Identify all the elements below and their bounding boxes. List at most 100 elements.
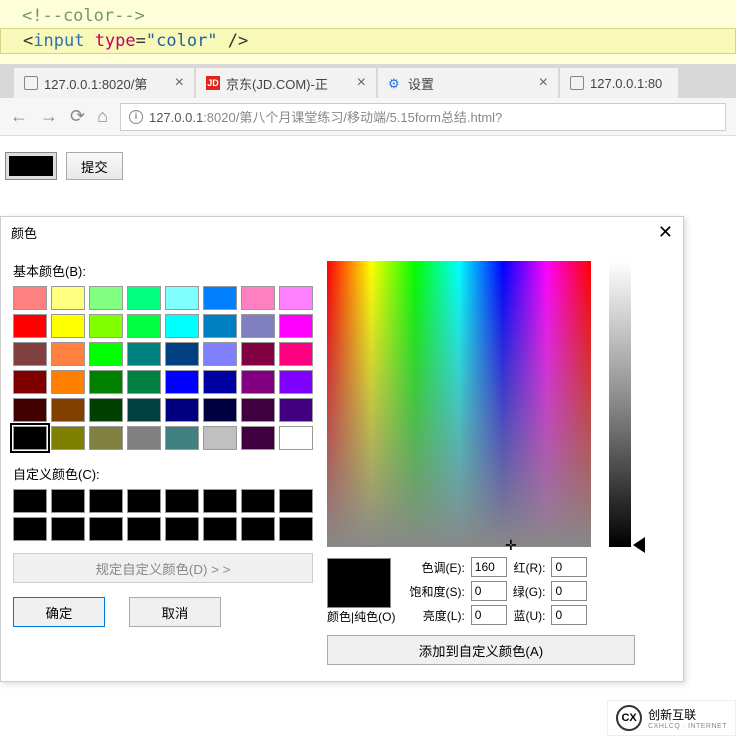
color-swatch[interactable] — [13, 342, 47, 366]
color-swatch[interactable] — [13, 286, 47, 310]
color-swatch[interactable] — [203, 286, 237, 310]
color-swatch[interactable] — [51, 286, 85, 310]
close-icon[interactable]: × — [175, 74, 184, 92]
color-swatch[interactable] — [203, 342, 237, 366]
submit-button[interactable]: 提交 — [66, 152, 123, 180]
color-swatch[interactable] — [241, 342, 275, 366]
color-swatch[interactable] — [13, 426, 47, 450]
color-swatch[interactable] — [203, 426, 237, 450]
home-button[interactable]: ⌂ — [97, 106, 108, 127]
define-custom-button[interactable]: 规定自定义颜色(D) > > — [13, 553, 313, 583]
custom-swatch[interactable] — [13, 489, 47, 513]
color-swatch[interactable] — [127, 370, 161, 394]
color-swatch[interactable] — [279, 398, 313, 422]
jd-icon: JD — [206, 76, 220, 90]
color-swatch[interactable] — [89, 314, 123, 338]
color-swatch[interactable] — [165, 370, 199, 394]
info-icon: i — [129, 110, 143, 124]
color-swatch[interactable] — [241, 314, 275, 338]
color-swatch[interactable] — [241, 370, 275, 394]
color-swatch[interactable] — [165, 398, 199, 422]
color-swatch[interactable] — [89, 370, 123, 394]
close-icon[interactable]: × — [357, 74, 366, 92]
blue-input[interactable] — [551, 605, 587, 625]
color-swatch[interactable] — [241, 286, 275, 310]
color-swatch[interactable] — [51, 314, 85, 338]
custom-swatch[interactable] — [127, 489, 161, 513]
red-input[interactable] — [551, 557, 587, 577]
custom-swatch[interactable] — [203, 489, 237, 513]
luminance-slider[interactable] — [609, 261, 631, 547]
color-swatch[interactable] — [89, 398, 123, 422]
address-bar[interactable]: i 127.0.0.1:8020/第八个月课堂练习/移动端/5.15form总结… — [120, 103, 726, 131]
color-swatch[interactable] — [127, 426, 161, 450]
browser-tab-4[interactable]: 127.0.0.1:80 — [560, 68, 678, 98]
cancel-button[interactable]: 取消 — [129, 597, 221, 627]
color-swatch[interactable] — [127, 286, 161, 310]
code-line-1: <!--color--> — [0, 4, 736, 28]
color-input[interactable] — [6, 153, 56, 179]
sat-input[interactable] — [471, 581, 507, 601]
color-swatch[interactable] — [203, 314, 237, 338]
color-swatch[interactable] — [279, 286, 313, 310]
basic-colors-label: 基本颜色(B): — [13, 261, 313, 280]
color-swatch[interactable] — [13, 370, 47, 394]
hue-input[interactable] — [471, 557, 507, 577]
color-swatch[interactable] — [51, 398, 85, 422]
color-swatch[interactable] — [13, 314, 47, 338]
browser-tab-3[interactable]: ⚙ 设置 × — [378, 68, 558, 98]
custom-swatch[interactable] — [51, 489, 85, 513]
color-swatch[interactable] — [51, 342, 85, 366]
custom-swatch[interactable] — [203, 517, 237, 541]
color-swatch[interactable] — [51, 426, 85, 450]
color-swatch[interactable] — [165, 342, 199, 366]
color-swatch[interactable] — [165, 314, 199, 338]
custom-swatch[interactable] — [241, 517, 275, 541]
color-swatch[interactable] — [127, 342, 161, 366]
green-input[interactable] — [551, 581, 587, 601]
lum-input[interactable] — [471, 605, 507, 625]
forward-button[interactable]: → — [40, 106, 58, 127]
blue-label: 蓝(U): — [513, 607, 546, 624]
color-swatch[interactable] — [89, 426, 123, 450]
ok-button[interactable]: 确定 — [13, 597, 105, 627]
custom-swatch[interactable] — [89, 489, 123, 513]
add-to-custom-button[interactable]: 添加到自定义颜色(A) — [327, 635, 635, 665]
close-icon[interactable]: ✕ — [658, 222, 673, 243]
custom-swatch[interactable] — [165, 489, 199, 513]
crosshair-icon: ✛ — [505, 537, 517, 554]
color-swatch[interactable] — [127, 314, 161, 338]
color-swatch[interactable] — [51, 370, 85, 394]
custom-swatch[interactable] — [13, 517, 47, 541]
browser-tab-1[interactable]: 127.0.0.1:8020/第 × — [14, 68, 194, 98]
custom-swatch[interactable] — [127, 517, 161, 541]
color-swatch[interactable] — [165, 426, 199, 450]
color-swatch[interactable] — [241, 398, 275, 422]
back-button[interactable]: ← — [10, 106, 28, 127]
browser-tab-strip: 127.0.0.1:8020/第 × JD 京东(JD.COM)-正 × ⚙ 设… — [0, 64, 736, 98]
color-spectrum[interactable] — [327, 261, 591, 547]
color-swatch[interactable] — [203, 398, 237, 422]
color-swatch[interactable] — [127, 398, 161, 422]
custom-swatch[interactable] — [279, 517, 313, 541]
color-swatch[interactable] — [279, 370, 313, 394]
color-swatch[interactable] — [89, 342, 123, 366]
color-swatch[interactable] — [203, 370, 237, 394]
custom-swatch[interactable] — [279, 489, 313, 513]
color-swatch[interactable] — [13, 398, 47, 422]
color-swatch[interactable] — [279, 314, 313, 338]
custom-swatch[interactable] — [241, 489, 275, 513]
custom-swatch[interactable] — [165, 517, 199, 541]
custom-swatch[interactable] — [51, 517, 85, 541]
color-swatch[interactable] — [279, 426, 313, 450]
color-swatch[interactable] — [241, 426, 275, 450]
sat-label: 饱和度(S): — [409, 583, 464, 600]
color-swatch[interactable] — [165, 286, 199, 310]
color-swatch[interactable] — [89, 286, 123, 310]
logo-icon: CX — [616, 705, 642, 731]
reload-button[interactable]: ⟳ — [70, 106, 85, 127]
browser-tab-2[interactable]: JD 京东(JD.COM)-正 × — [196, 68, 376, 98]
close-icon[interactable]: × — [539, 74, 548, 92]
color-swatch[interactable] — [279, 342, 313, 366]
custom-swatch[interactable] — [89, 517, 123, 541]
